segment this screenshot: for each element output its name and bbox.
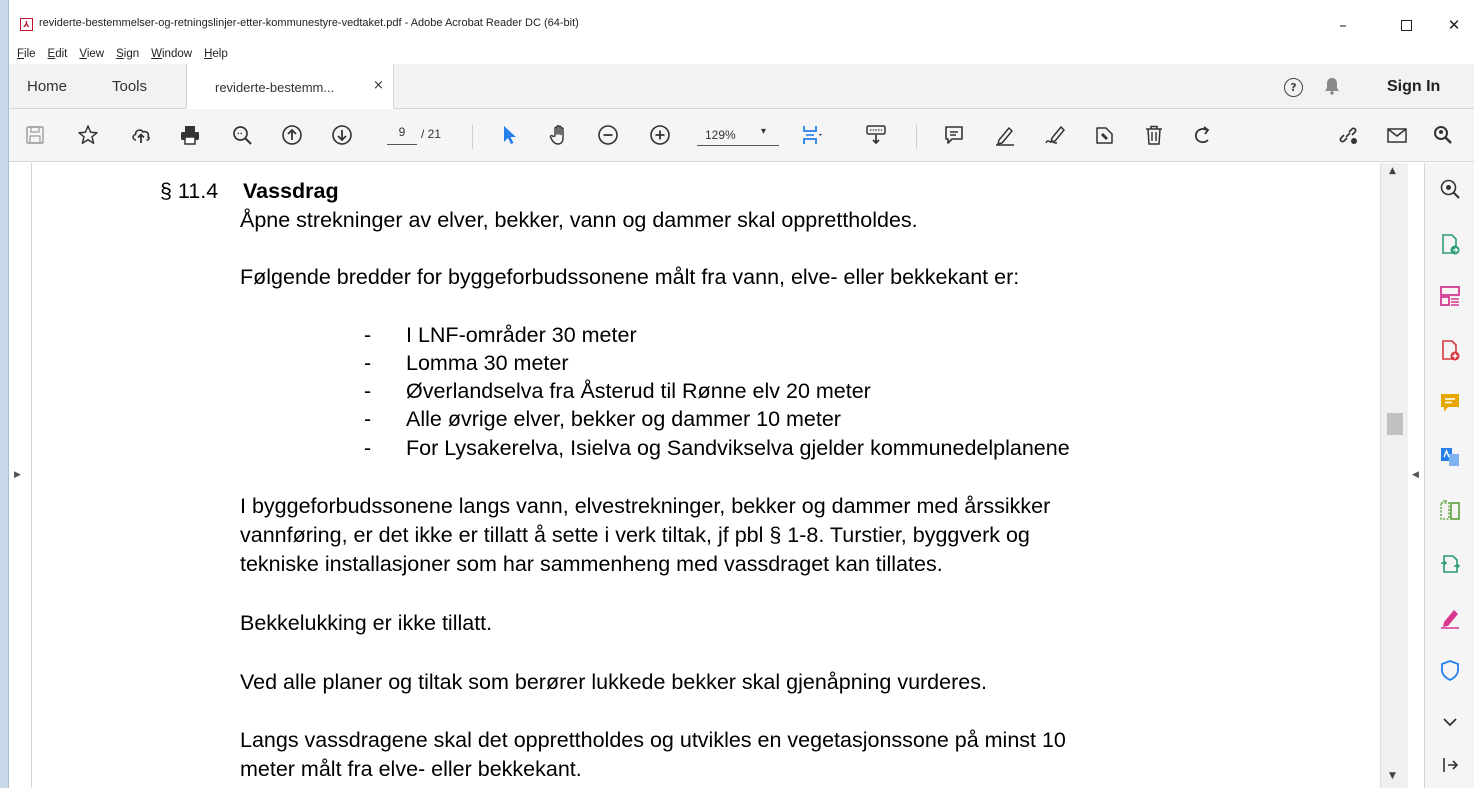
email-icon[interactable]	[1384, 122, 1410, 148]
scroll-up-arrow-icon[interactable]: ▲	[1389, 166, 1396, 176]
paragraph-6-line-1: Langs vassdragene skal det opprettholdes…	[240, 728, 1066, 752]
tab-document[interactable]: reviderte-bestemm... ×	[186, 64, 394, 109]
compare-files-icon[interactable]	[1438, 498, 1462, 522]
zoom-out-icon[interactable]	[595, 122, 621, 148]
zoom-out-search-icon[interactable]	[229, 122, 255, 148]
right-pane-collapse[interactable]: ◀	[1408, 163, 1424, 788]
menu-sign[interactable]: Sign	[116, 48, 139, 60]
toolbar: 9 / 21 129% ▾	[9, 109, 1474, 162]
tab-bar: Home Tools reviderte-bestemm... × ? Sign…	[9, 64, 1474, 109]
create-pdf-icon[interactable]	[1438, 338, 1462, 362]
more-tools-chevron-down-icon[interactable]	[1438, 710, 1462, 734]
close-window-button[interactable]: ✕	[1431, 10, 1474, 40]
next-page-icon[interactable]	[329, 122, 355, 148]
menu-help[interactable]: Help	[204, 48, 228, 60]
list-item: Lomma 30 meter	[406, 351, 569, 375]
minimize-button[interactable]: –	[1320, 10, 1366, 40]
cloud-upload-icon[interactable]	[128, 122, 154, 148]
send-for-review-icon[interactable]	[1438, 552, 1462, 576]
list-bullet: -	[364, 407, 372, 431]
list-item: I LNF-områder 30 meter	[406, 323, 637, 347]
vertical-scrollbar[interactable]: ▲ ▼	[1380, 163, 1408, 788]
previous-page-icon[interactable]	[279, 122, 305, 148]
export-pdf-icon[interactable]	[1438, 232, 1462, 256]
translate-tool-icon[interactable]	[1438, 445, 1462, 469]
maximize-button[interactable]	[1383, 10, 1429, 40]
desktop-edge	[0, 0, 9, 788]
sign-in-button[interactable]: Sign In	[1387, 78, 1440, 96]
toolbar-divider	[916, 125, 917, 149]
menu-edit[interactable]: Edit	[48, 48, 68, 60]
list-item: Alle øvrige elver, bekker og dammer 10 m…	[406, 407, 841, 431]
chevron-down-icon: ▾	[761, 126, 767, 137]
list-bullet: -	[364, 436, 372, 460]
page-total-label: / 21	[421, 127, 442, 141]
pdf-page: § 11.4 Vassdrag Åpne strekninger av elve…	[32, 163, 1380, 788]
notifications-bell-icon[interactable]	[1324, 77, 1340, 98]
page-fit-icon[interactable]	[799, 122, 825, 148]
organize-pages-icon[interactable]	[1438, 284, 1462, 308]
page-number-input[interactable]: 9	[387, 125, 417, 145]
menu-bar: File Edit View Sign Window Help	[9, 44, 1474, 64]
read-mode-icon[interactable]	[863, 122, 889, 148]
list-item: For Lysakerelva, Isielva og Sandvikselva…	[406, 436, 1070, 460]
select-cursor-icon[interactable]	[496, 122, 522, 148]
tab-document-label: reviderte-bestemm...	[215, 80, 335, 95]
stamp-icon[interactable]	[1091, 122, 1117, 148]
print-icon[interactable]	[177, 122, 203, 148]
toolbar-divider	[472, 125, 473, 149]
share-link-icon[interactable]	[1335, 122, 1361, 148]
acrobat-app-icon: ⅄	[20, 18, 33, 31]
chevron-left-icon: ◀	[1412, 470, 1419, 480]
chevron-right-icon: ▶	[14, 470, 21, 480]
paragraph-3-line-2: vannføring, er det ikke er tillatt å set…	[240, 523, 1030, 547]
menu-view[interactable]: View	[79, 48, 104, 60]
redo-icon[interactable]	[1190, 122, 1216, 148]
paragraph-3-line-1: I byggeforbudssonene langs vann, elvestr…	[240, 494, 1051, 518]
protect-shield-icon[interactable]	[1438, 658, 1462, 682]
search-user-icon[interactable]	[1430, 122, 1456, 148]
list-bullet: -	[364, 379, 372, 403]
paragraph-3-line-3: tekniske installasjoner som har sammenhe…	[240, 552, 943, 576]
scroll-down-arrow-icon[interactable]: ▼	[1389, 771, 1396, 781]
section-number: § 11.4	[160, 179, 219, 203]
comment-icon[interactable]	[941, 122, 967, 148]
paragraph-1: Åpne strekninger av elver, bekker, vann …	[240, 208, 918, 232]
fill-sign-icon[interactable]	[1438, 606, 1462, 630]
title-bar: ⅄ reviderte-bestemmelser-og-retningslinj…	[9, 0, 1474, 44]
save-icon[interactable]	[22, 122, 48, 148]
highlight-pen-icon[interactable]	[992, 122, 1018, 148]
left-pane-toggle[interactable]: ▶	[9, 163, 32, 788]
trash-icon[interactable]	[1141, 122, 1167, 148]
section-title: Vassdrag	[243, 179, 339, 203]
sign-pen-icon[interactable]	[1042, 122, 1068, 148]
right-tools-pane	[1424, 163, 1474, 788]
bookmark-star-icon[interactable]	[75, 122, 101, 148]
zoom-level-value: 129%	[705, 128, 736, 142]
hand-tool-icon[interactable]	[546, 122, 572, 148]
scrollbar-thumb[interactable]	[1387, 413, 1403, 435]
zoom-level-dropdown[interactable]: 129% ▾	[697, 126, 779, 146]
menu-window[interactable]: Window	[151, 48, 192, 60]
list-item: Øverlandselva fra Åsterud til Rønne elv …	[406, 379, 871, 403]
tab-home[interactable]: Home	[27, 78, 67, 95]
maximize-icon	[1400, 19, 1412, 31]
paragraph-4: Bekkelukking er ikke tillatt.	[240, 611, 493, 635]
paragraph-5: Ved alle planer og tiltak som berører lu…	[240, 670, 987, 694]
paragraph-2: Følgende bredder for byggeforbudssonene …	[240, 265, 1020, 289]
list-bullet: -	[364, 323, 372, 347]
zoom-in-icon[interactable]	[647, 122, 673, 148]
menu-file[interactable]: File	[17, 48, 36, 60]
tab-tools[interactable]: Tools	[112, 78, 147, 95]
list-bullet: -	[364, 351, 372, 375]
tab-close-button[interactable]: ×	[373, 78, 384, 93]
window-title: reviderte-bestemmelser-og-retningslinjer…	[39, 17, 579, 29]
search-zoom-icon[interactable]	[1438, 177, 1462, 201]
comment-tool-icon[interactable]	[1438, 391, 1462, 415]
paragraph-6-line-2: meter målt fra elve- eller bekkekant.	[240, 757, 582, 781]
collapse-pane-icon[interactable]	[1438, 753, 1462, 777]
help-icon[interactable]: ?	[1284, 78, 1303, 97]
